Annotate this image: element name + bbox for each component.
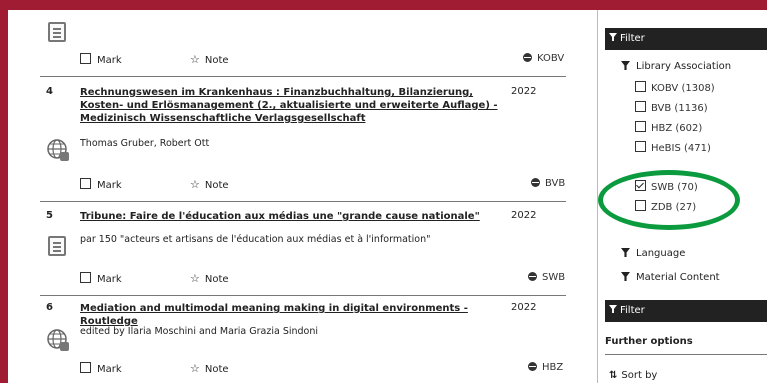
document-icon xyxy=(48,236,66,256)
further-options-heading: Further options xyxy=(605,336,693,347)
mark-button[interactable]: Mark xyxy=(80,272,122,285)
page: Mark ☆ Note KOBV 4 Rechnungswesen im Kran… xyxy=(8,10,767,383)
filter-icon xyxy=(609,33,617,41)
result-title-link[interactable]: Rechnungswesen im Krankenhaus : Finanzbu… xyxy=(80,86,512,125)
checkbox-icon xyxy=(635,141,646,152)
language-facet[interactable]: Language xyxy=(621,248,685,259)
filter-icon xyxy=(621,61,630,70)
result-number: 4 xyxy=(46,86,53,97)
result-number: 5 xyxy=(46,210,53,221)
result-title-link[interactable]: Mediation and multimodal meaning making … xyxy=(80,302,512,328)
material-content-facet[interactable]: Material Content xyxy=(621,272,720,283)
result-year: 2022 xyxy=(511,302,537,313)
star-icon: ☆ xyxy=(190,272,200,285)
globe-icon xyxy=(523,53,532,62)
document-icon xyxy=(48,22,66,42)
mark-button[interactable]: Mark xyxy=(80,53,122,66)
filter-icon xyxy=(621,248,630,257)
filter-header[interactable]: Filter xyxy=(605,28,767,50)
result-number: 6 xyxy=(46,302,53,313)
filter-icon xyxy=(609,305,617,313)
mark-button[interactable]: Mark xyxy=(80,178,122,191)
star-icon: ☆ xyxy=(190,53,200,66)
facet-option-hebis[interactable]: HeBIS (471) xyxy=(635,141,711,154)
divider xyxy=(605,354,767,355)
filter-icon xyxy=(621,272,630,281)
globe-icon xyxy=(47,139,69,161)
source-badge: KOBV xyxy=(523,53,564,64)
checkbox-icon xyxy=(635,121,646,132)
filter-header-2[interactable]: Filter xyxy=(605,300,767,322)
sort-icon: ⇅ xyxy=(609,370,618,381)
note-button[interactable]: ☆ Note xyxy=(190,53,229,66)
source-badge: SWB xyxy=(528,272,565,283)
result-authors: Thomas Gruber, Robert Ott xyxy=(80,138,210,149)
globe-icon xyxy=(531,178,540,187)
library-association-facet[interactable]: Library Association xyxy=(621,61,731,72)
facet-option-kobv[interactable]: KOBV (1308) xyxy=(635,81,715,94)
star-icon: ☆ xyxy=(190,178,200,191)
globe-icon xyxy=(47,329,69,351)
globe-icon xyxy=(528,362,537,371)
facet-option-bvb[interactable]: BVB (1136) xyxy=(635,101,708,114)
divider xyxy=(40,295,566,296)
result-authors: par 150 "acteurs et artisans de l'éducat… xyxy=(80,234,431,245)
result-year: 2022 xyxy=(511,86,537,97)
facet-option-hbz[interactable]: HBZ (602) xyxy=(635,121,702,134)
checkbox-icon xyxy=(80,178,91,189)
checkbox-icon xyxy=(635,81,646,92)
sort-by-button[interactable]: ⇅ Sort by xyxy=(609,370,657,381)
source-badge: HBZ xyxy=(528,362,563,373)
divider xyxy=(40,201,566,202)
results-list: Mark ☆ Note KOBV 4 Rechnungswesen im Kran… xyxy=(8,10,597,383)
checkbox-icon xyxy=(80,362,91,373)
star-icon: ☆ xyxy=(190,362,200,375)
checkbox-icon xyxy=(80,53,91,64)
checkbox-icon xyxy=(80,272,91,283)
divider xyxy=(40,76,566,77)
globe-icon xyxy=(528,272,537,281)
result-authors: edited by Ilaria Moschini and Maria Graz… xyxy=(80,326,319,337)
result-title-link[interactable]: Tribune: Faire de l'éducation aux médias… xyxy=(80,210,512,223)
mark-button[interactable]: Mark xyxy=(80,362,122,375)
result-year: 2022 xyxy=(511,210,537,221)
note-button[interactable]: ☆ Note xyxy=(190,272,229,285)
note-button[interactable]: ☆ Note xyxy=(190,178,229,191)
note-button[interactable]: ☆ Note xyxy=(190,362,229,375)
source-badge: BVB xyxy=(531,178,565,189)
checkbox-icon xyxy=(635,101,646,112)
highlight-annotation xyxy=(598,170,740,230)
